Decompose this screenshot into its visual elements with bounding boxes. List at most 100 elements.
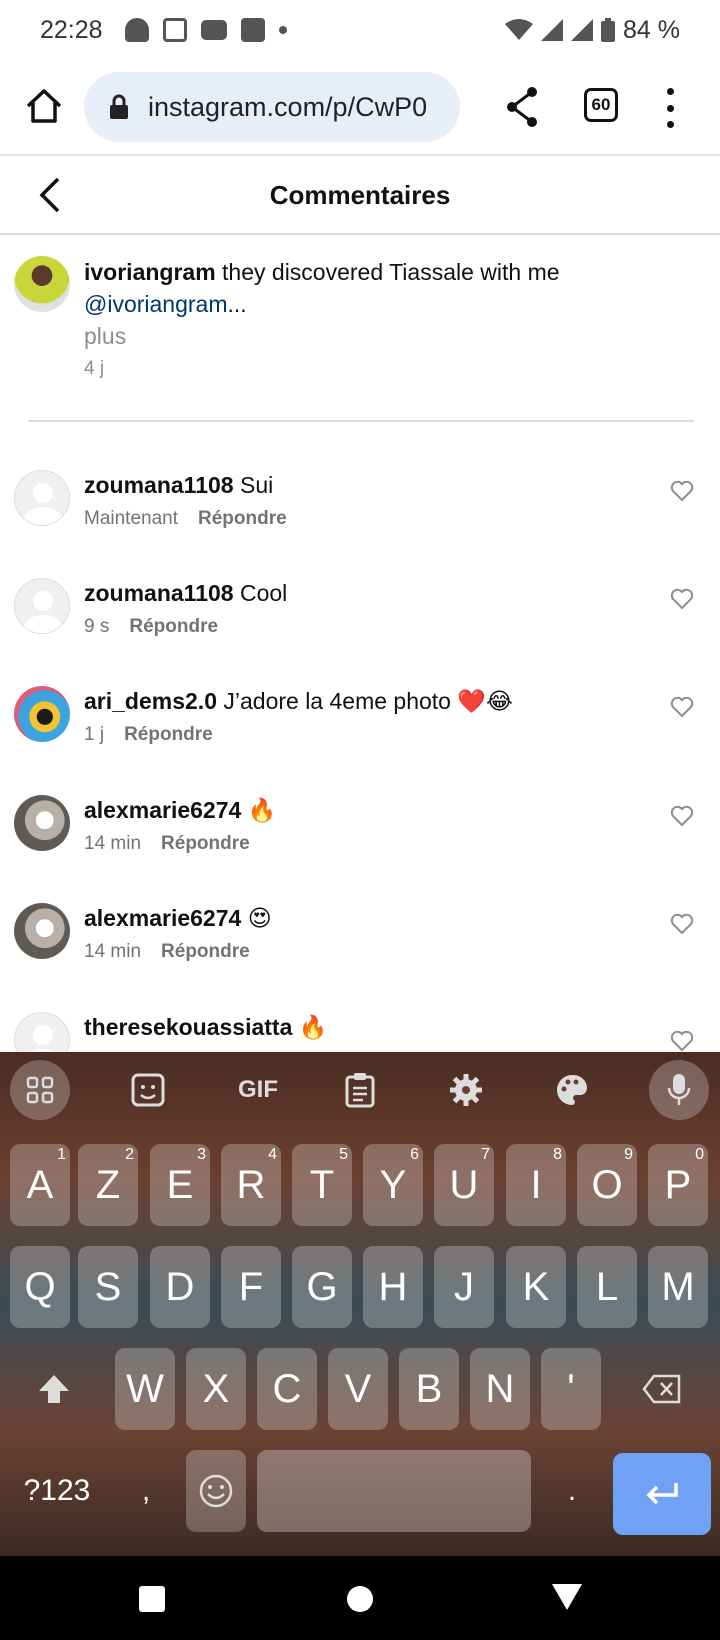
key-l[interactable]: L	[577, 1246, 637, 1328]
caption-username[interactable]: ivoriangram	[84, 259, 216, 285]
key-y[interactable]: Y6	[363, 1144, 423, 1226]
space-bar[interactable]	[257, 1450, 531, 1532]
comment-text: J’adore la 4eme photo ❤️😂	[216, 688, 513, 714]
key-j[interactable]: J	[434, 1246, 494, 1328]
url-bar[interactable]: instagram.com/p/CwP0	[84, 72, 460, 142]
key-k[interactable]: K	[506, 1246, 566, 1328]
symbols-key[interactable]: ?123	[14, 1450, 100, 1532]
home-icon[interactable]	[24, 86, 64, 126]
key-p[interactable]: P0	[648, 1144, 708, 1226]
comment-time: 1 j	[84, 724, 105, 745]
avatar[interactable]	[14, 470, 70, 526]
shift-key-icon[interactable]	[24, 1348, 84, 1430]
key-o[interactable]: O9	[577, 1144, 637, 1226]
comment-username[interactable]: alexmarie6274	[84, 797, 241, 823]
avatar[interactable]	[14, 903, 70, 959]
key-z[interactable]: Z2	[78, 1144, 138, 1226]
caption-more-link[interactable]: plus	[84, 323, 126, 349]
key-g[interactable]: G	[292, 1246, 352, 1328]
post-caption: ivoriangram they discovered Tiassale wit…	[0, 236, 720, 421]
sticker-icon[interactable]	[124, 1066, 172, 1114]
avatar[interactable]	[14, 686, 70, 742]
key-e[interactable]: E3	[150, 1144, 210, 1226]
comment-username[interactable]: alexmarie6274	[84, 905, 241, 931]
comma-key[interactable]: ,	[116, 1450, 176, 1532]
key-v[interactable]: V	[328, 1348, 388, 1430]
key-b[interactable]: B	[399, 1348, 459, 1430]
url-text: instagram.com/p/CwP0	[148, 91, 428, 122]
reply-button[interactable]: Répondre	[129, 616, 218, 638]
key-f[interactable]: F	[221, 1246, 281, 1328]
share-icon[interactable]	[502, 84, 542, 130]
page-title: Commentaires	[269, 179, 451, 210]
like-heart-icon[interactable]	[670, 588, 694, 610]
more-menu-icon[interactable]	[664, 88, 676, 128]
screenshot-icon	[162, 18, 187, 42]
reply-button[interactable]: Répondre	[161, 833, 250, 855]
avatar[interactable]	[14, 256, 70, 312]
gif-button[interactable]: GIF	[228, 1066, 288, 1114]
like-heart-icon[interactable]	[670, 480, 694, 502]
key-w[interactable]: W	[115, 1348, 175, 1430]
comment-username[interactable]: zoumana1108	[84, 580, 234, 606]
comment-item: zoumana1108 Cool 9 s Répondre	[0, 578, 720, 678]
status-bar: 22:28 84 %	[0, 0, 720, 60]
caption-mention[interactable]: @ivoriangram	[84, 291, 228, 317]
settings-gear-icon[interactable]	[442, 1066, 490, 1114]
caption-time: 4 j	[84, 358, 105, 379]
key-r[interactable]: R4	[221, 1144, 281, 1226]
like-heart-icon[interactable]	[670, 805, 694, 827]
key-apostrophe[interactable]: '	[541, 1348, 601, 1430]
reply-button[interactable]: Répondre	[124, 724, 213, 746]
reply-button[interactable]: Répondre	[198, 508, 287, 530]
apps-grid-icon[interactable]	[10, 1060, 70, 1120]
comment-username[interactable]: theresekouassiatta	[84, 1014, 292, 1040]
like-heart-icon[interactable]	[670, 696, 694, 718]
key-a[interactable]: A1	[10, 1144, 70, 1226]
back-arrow-icon[interactable]	[34, 175, 64, 215]
back-nav-icon[interactable]	[552, 1584, 582, 1610]
comment-item: zoumana1108 Sui Maintenant Répondre	[0, 470, 720, 570]
tab-switcher-button[interactable]: 60	[584, 88, 618, 122]
palette-icon[interactable]	[548, 1066, 596, 1114]
lock-icon	[110, 94, 128, 119]
avatar[interactable]	[14, 795, 70, 851]
key-x[interactable]: X	[186, 1348, 246, 1430]
backspace-icon[interactable]	[632, 1348, 692, 1430]
like-heart-icon[interactable]	[670, 913, 694, 935]
battery-icon	[601, 18, 616, 42]
signal-icon-2	[571, 19, 594, 41]
key-n[interactable]: N	[470, 1348, 530, 1430]
comments-header: Commentaires	[0, 157, 720, 235]
wifi-icon	[505, 19, 534, 40]
caption-ellipsis: ...	[227, 291, 247, 317]
reply-button[interactable]: Répondre	[161, 941, 250, 963]
key-t[interactable]: T5	[292, 1144, 352, 1226]
microphone-icon[interactable]	[649, 1060, 709, 1120]
clipboard-icon[interactable]	[336, 1066, 384, 1114]
battery-percent: 84 %	[623, 15, 680, 44]
comment-username[interactable]: zoumana1108	[84, 472, 234, 498]
system-nav-bar	[0, 1556, 720, 1640]
key-u[interactable]: U7	[434, 1144, 494, 1226]
emoji-key-icon[interactable]	[186, 1450, 246, 1532]
avatar[interactable]	[14, 578, 70, 634]
keyboard-toolbar: GIF	[0, 1052, 720, 1130]
like-heart-icon[interactable]	[670, 1030, 694, 1052]
key-h[interactable]: H	[363, 1246, 423, 1328]
key-i[interactable]: I8	[506, 1144, 566, 1226]
caption-text: they discovered Tiassale with me	[215, 259, 560, 285]
key-q[interactable]: Q	[10, 1246, 70, 1328]
key-s[interactable]: S	[78, 1246, 138, 1328]
enter-key-icon[interactable]	[613, 1453, 711, 1535]
comment-item: alexmarie6274 🔥 14 min Répondre	[0, 795, 720, 895]
home-nav-icon[interactable]	[347, 1586, 373, 1612]
recent-apps-icon[interactable]	[139, 1586, 165, 1612]
period-key[interactable]: .	[542, 1450, 602, 1532]
signal-icon	[541, 19, 564, 41]
comment-username[interactable]: ari_dems2.0	[84, 688, 217, 714]
key-m[interactable]: M	[648, 1246, 708, 1328]
android-icon	[124, 18, 149, 42]
key-d[interactable]: D	[150, 1246, 210, 1328]
key-c[interactable]: C	[257, 1348, 317, 1430]
